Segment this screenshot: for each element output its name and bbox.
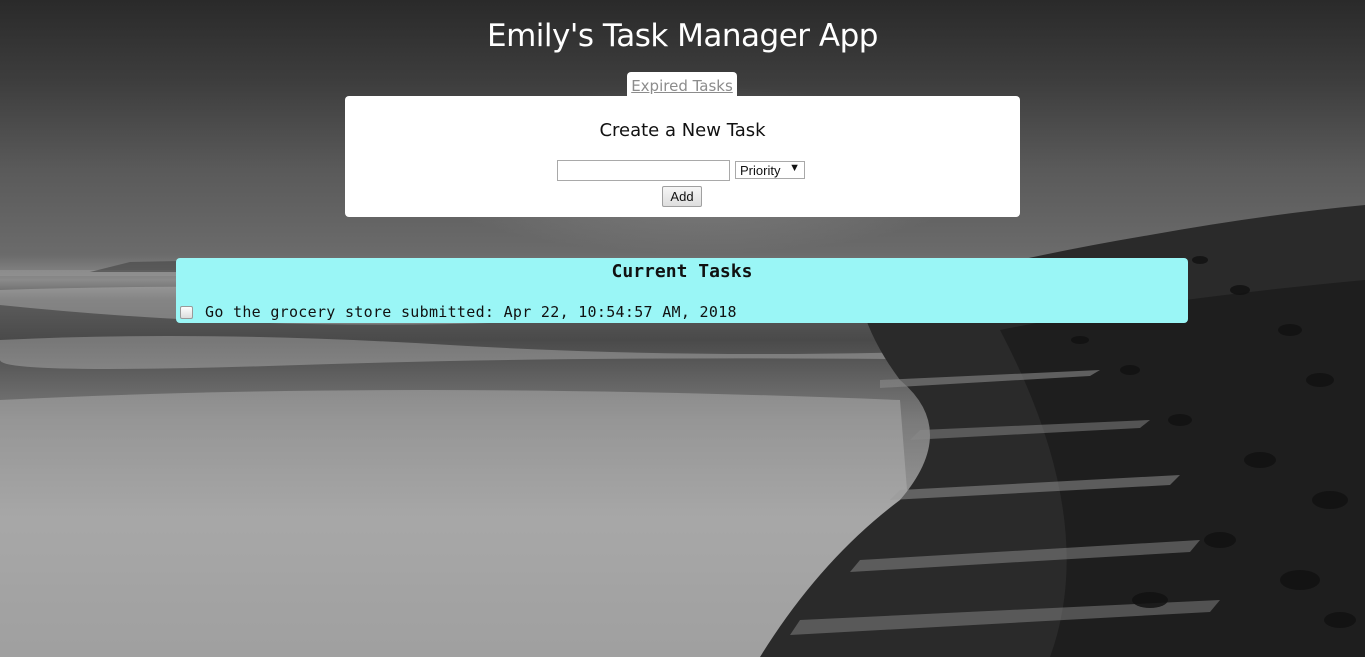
task-name-input[interactable] xyxy=(557,160,730,181)
current-tasks-heading: Current Tasks xyxy=(611,261,753,282)
expired-tasks-tab[interactable]: Expired Tasks xyxy=(627,72,737,98)
create-task-heading: Create a New Task xyxy=(599,120,766,141)
add-button[interactable]: Add xyxy=(662,186,702,207)
create-task-panel: Create a New Task Priority ▼ Add xyxy=(345,96,1020,217)
priority-select-value: Priority xyxy=(740,163,781,178)
task-text: Go the grocery store submitted: Apr 22, … xyxy=(205,303,737,321)
current-tasks-panel: Current Tasks Go the grocery store submi… xyxy=(176,258,1188,323)
chevron-down-icon: ▼ xyxy=(789,162,800,174)
task-checkbox[interactable] xyxy=(180,306,193,319)
expired-tasks-link[interactable]: Expired Tasks xyxy=(631,77,733,95)
priority-select[interactable]: Priority ▼ xyxy=(735,161,805,179)
app-title: Emily's Task Manager App xyxy=(487,18,878,54)
